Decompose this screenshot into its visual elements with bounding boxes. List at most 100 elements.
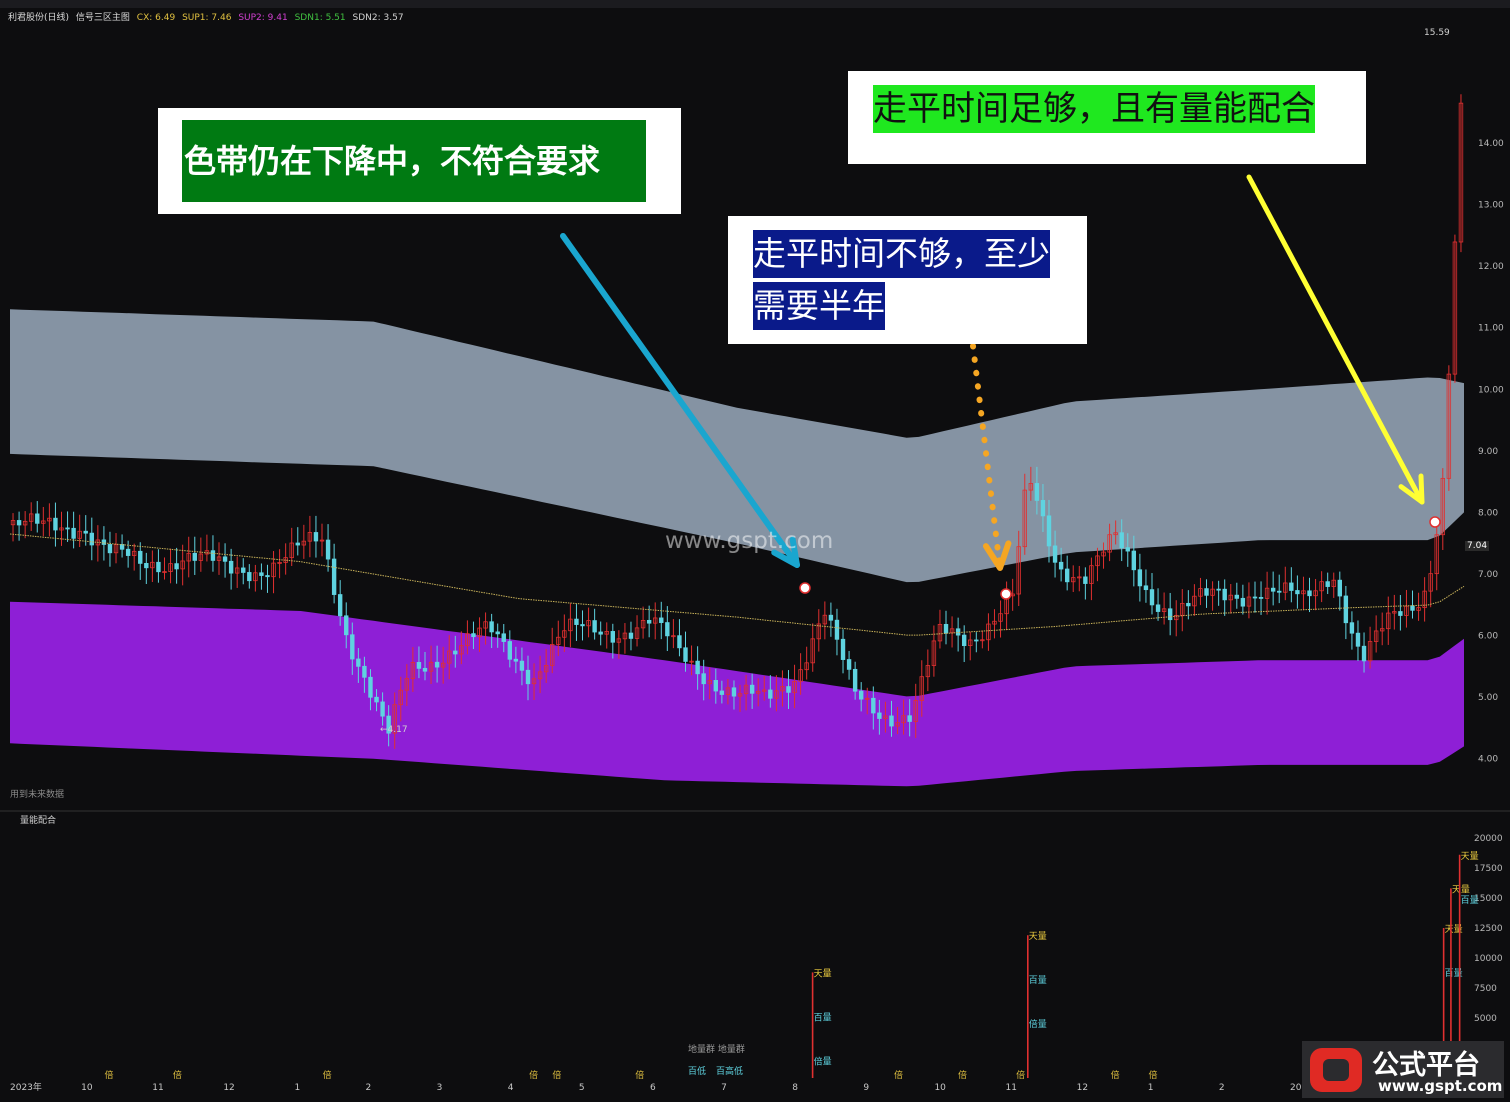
candle-body xyxy=(228,560,234,574)
bei-tag: 倍 xyxy=(173,1069,182,1081)
indicator-name: 信号三区主图 xyxy=(75,13,130,23)
candle-body xyxy=(83,530,88,534)
candle-body xyxy=(1119,532,1124,549)
x-tick-label: 11 xyxy=(152,1083,163,1093)
candle-body xyxy=(871,697,876,714)
candle-body xyxy=(101,539,107,545)
candle-body xyxy=(222,556,228,562)
candle-body xyxy=(852,668,858,692)
candle-body xyxy=(877,712,882,719)
candle-body xyxy=(519,660,525,671)
candle-body xyxy=(1131,550,1137,571)
sub-y-tick-label: 20000 xyxy=(1474,834,1503,844)
candle-body xyxy=(313,532,319,542)
bei-tag: 倍 xyxy=(105,1069,114,1081)
last-price-badge: 7.04 xyxy=(1465,541,1490,551)
candle-body xyxy=(71,527,76,539)
logo-url: www.gspt.com xyxy=(1378,1077,1503,1095)
volume-tag: 天量 xyxy=(1029,931,1047,942)
sub-y-tick-label: 5000 xyxy=(1474,1014,1497,1024)
x-tick-label: 11 xyxy=(1006,1083,1017,1093)
y-tick-label: 13.00 xyxy=(1478,201,1504,211)
candle-body xyxy=(1058,561,1064,570)
candle-body xyxy=(144,562,149,569)
candle-body xyxy=(1258,597,1264,599)
candle-body xyxy=(422,667,428,672)
bei-tag: 倍 xyxy=(894,1069,903,1081)
sup1-value: SUP1: 7.46 xyxy=(182,13,232,23)
subchart-legend-1: 地量群 地量群 xyxy=(688,1045,745,1055)
candle-body xyxy=(16,520,22,526)
candle-body xyxy=(1355,632,1361,647)
x-tick-label: 8 xyxy=(792,1083,798,1093)
candle-body xyxy=(210,550,216,561)
candle-body xyxy=(858,690,864,700)
candle-body xyxy=(731,687,737,697)
candle-body xyxy=(1186,602,1191,607)
sub-y-tick-label: 10000 xyxy=(1474,954,1503,964)
candle-body xyxy=(434,661,440,668)
y-tick-label: 5.00 xyxy=(1478,693,1498,703)
candle-body xyxy=(677,635,682,649)
candle-body xyxy=(1064,568,1070,583)
bei-tag: 倍 xyxy=(529,1069,538,1081)
bei-tag: 倍 xyxy=(1016,1069,1025,1081)
candle-body xyxy=(961,634,967,647)
y-tick-label: 6.00 xyxy=(1478,632,1498,642)
candle-body xyxy=(362,665,367,678)
sub-y-tick-label: 7500 xyxy=(1474,984,1497,994)
candle-body xyxy=(259,572,264,576)
candle-body xyxy=(174,563,179,570)
candle-body xyxy=(89,532,94,546)
candle-body xyxy=(1270,587,1276,592)
volume-tag: 天量 xyxy=(1461,851,1479,862)
candle-body xyxy=(840,638,846,660)
x-tick-label: 10 xyxy=(81,1083,93,1093)
future-data-label: 用到未来数据 xyxy=(10,790,65,800)
candle-body xyxy=(1083,576,1088,584)
callout-green: 色带仍在下降中，不符合要求 xyxy=(158,108,681,214)
volume-tag: 天量 xyxy=(814,968,832,979)
candle-body xyxy=(580,624,585,627)
candle-body xyxy=(1343,595,1349,624)
volume-tag: 倍量 xyxy=(1029,1018,1047,1030)
x-tick-label: 2023年 xyxy=(10,1081,42,1093)
x-tick-label: 3 xyxy=(437,1083,443,1093)
candle-body xyxy=(719,690,725,695)
y-tick-label: 9.00 xyxy=(1478,447,1498,457)
candle-body xyxy=(786,686,791,693)
candle-body xyxy=(1289,582,1294,591)
y-tick-label: 12.00 xyxy=(1478,262,1504,272)
callout-green-text: 色带仍在下降中，不符合要求 xyxy=(182,120,646,202)
candle-body xyxy=(598,631,603,635)
candle-body xyxy=(416,662,422,669)
candle-body xyxy=(1149,589,1155,606)
candle-body xyxy=(695,660,700,675)
callout-blue-line1: 走平时间不够，至少 xyxy=(753,230,1050,278)
candle-body xyxy=(955,628,961,636)
candle-body xyxy=(247,572,252,582)
high-marker: 15.59 xyxy=(1424,28,1450,38)
chart-window: 4.00 5.00 6.00 7.00 8.00 9.00 10.00 11.00 12.00 1… xyxy=(0,0,1510,1102)
candle-body xyxy=(1398,611,1403,616)
bei-tag: 倍 xyxy=(635,1069,644,1081)
candle-body xyxy=(1046,515,1052,547)
candle-body xyxy=(683,647,688,662)
volume-tag: 百量 xyxy=(814,1012,832,1023)
callout-blue: 走平时间不够，至少 需要半年 xyxy=(728,216,1087,344)
y-tick-label: 11.00 xyxy=(1478,324,1504,334)
y-tick-label: 10.00 xyxy=(1478,385,1504,395)
x-tick-label: 10 xyxy=(934,1083,946,1093)
candle-body xyxy=(1410,605,1415,611)
candle-body xyxy=(713,679,718,692)
candle-body xyxy=(768,689,773,699)
candle-body xyxy=(1137,569,1143,587)
candle-body xyxy=(1204,588,1209,596)
subchart-legend-3: 百高低 xyxy=(716,1067,744,1077)
y-tick-label: 8.00 xyxy=(1478,508,1498,518)
x-tick-label: 9 xyxy=(863,1083,869,1093)
volume-subchart: 500075001000012500150001750020000天量百量倍量天… xyxy=(105,834,1503,1081)
candle-body xyxy=(107,544,113,554)
candle-body xyxy=(525,669,531,685)
candle-body xyxy=(1052,545,1058,563)
